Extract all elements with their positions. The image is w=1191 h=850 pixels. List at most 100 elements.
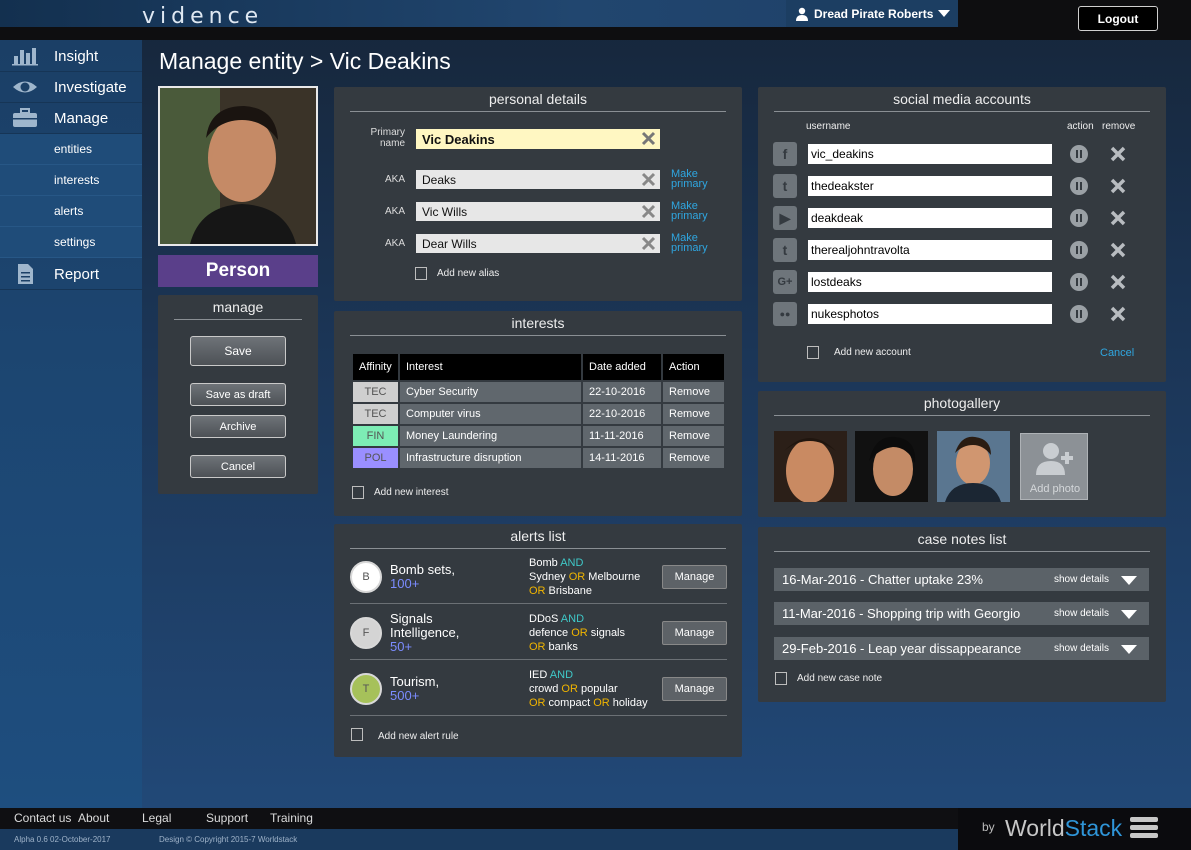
archive-button[interactable]: Archive — [190, 415, 286, 438]
nav-sub-alerts[interactable]: alerts — [0, 196, 142, 227]
nav-report[interactable]: Report — [0, 259, 142, 290]
footer-link-support[interactable]: Support — [206, 811, 248, 825]
alias-field[interactable]: Vic Wills — [416, 202, 660, 221]
pause-icon[interactable] — [1070, 209, 1088, 227]
footer-link-about[interactable]: About — [78, 811, 109, 825]
cancel-account-link[interactable]: Cancel — [1100, 347, 1134, 359]
nav-sub-interests-label: interests — [54, 173, 100, 187]
rule-line: Bomb AND — [529, 556, 640, 570]
rule-term: Brisbane — [545, 585, 592, 597]
user-menu[interactable]: Dread Pirate Roberts — [786, 0, 958, 27]
nav-sub-settings[interactable]: settings — [0, 227, 142, 258]
alert-rule: DDoS AND defence OR signals OR banks — [529, 612, 625, 654]
add-alert-checkbox[interactable] — [351, 728, 363, 741]
add-photo-button[interactable]: Add photo — [1020, 433, 1088, 500]
primary-name-field[interactable]: Vic Deakins — [416, 129, 660, 149]
rule-term: DDoS — [529, 613, 561, 625]
remove-icon[interactable] — [1109, 145, 1127, 163]
add-account-checkbox[interactable] — [807, 346, 819, 359]
rule-term: compact — [545, 697, 594, 709]
footer-link-legal[interactable]: Legal — [142, 811, 171, 825]
remove-link[interactable]: Remove — [663, 448, 724, 468]
affinity-tag: TEC — [353, 382, 398, 402]
interest-cell: Computer virus — [400, 404, 581, 424]
nav-insight[interactable]: Insight — [0, 41, 142, 72]
alias-field[interactable]: Dear Wills — [416, 234, 660, 253]
remove-icon[interactable] — [1109, 273, 1127, 291]
clear-icon[interactable] — [641, 236, 656, 251]
gallery-photo-image — [855, 431, 928, 502]
case-note-row[interactable]: 11-Mar-2016 - Shopping trip with Georgio… — [774, 602, 1149, 625]
case-note-row[interactable]: 29-Feb-2016 - Leap year dissappearance s… — [774, 637, 1149, 660]
brand-world: World — [1005, 815, 1065, 841]
username-field[interactable]: thedeakster — [808, 176, 1052, 196]
clear-icon[interactable] — [641, 131, 656, 146]
add-interest-checkbox[interactable] — [352, 486, 364, 499]
rule-term: signals — [587, 627, 625, 639]
footer-link-contact[interactable]: Contact us — [14, 811, 71, 825]
username-field[interactable]: therealjohntravolta — [808, 240, 1052, 260]
rule-operator: AND — [549, 669, 574, 681]
add-case-note-checkbox[interactable] — [775, 672, 787, 685]
pause-icon[interactable] — [1070, 305, 1088, 323]
username-field[interactable]: vic_deakins — [808, 144, 1052, 164]
remove-link[interactable]: Remove — [663, 426, 724, 446]
manage-alert-button[interactable]: Manage — [662, 677, 727, 701]
by-label: by — [982, 820, 995, 834]
pause-icon[interactable] — [1070, 145, 1088, 163]
alert-name-text: Bomb sets, — [390, 562, 456, 577]
make-primary-link[interactable]: Make primary — [671, 233, 719, 254]
alert-avatar: F — [350, 617, 382, 649]
chevron-down-icon[interactable] — [1121, 610, 1137, 619]
pause-icon[interactable] — [1070, 273, 1088, 291]
nav-sub-entities-label: entities — [54, 142, 93, 156]
nav-investigate[interactable]: Investigate — [0, 72, 142, 103]
chevron-down-icon[interactable] — [1121, 576, 1137, 585]
remove-link[interactable]: Remove — [663, 382, 724, 402]
add-alias-checkbox[interactable] — [415, 267, 427, 280]
social-account-row: G+ lostdeaks — [773, 269, 1133, 295]
manage-alert-button[interactable]: Manage — [662, 565, 727, 589]
logout-button[interactable]: Logout — [1078, 6, 1158, 31]
remove-icon[interactable] — [1109, 241, 1127, 259]
save-button[interactable]: Save — [190, 336, 286, 366]
pause-icon[interactable] — [1070, 177, 1088, 195]
alert-name-text: Tourism, — [390, 674, 440, 689]
gallery-photo[interactable] — [855, 431, 928, 502]
username-field[interactable]: lostdeaks — [808, 272, 1052, 292]
show-details-link[interactable]: show details — [1054, 643, 1109, 654]
portrait-image — [160, 88, 316, 244]
remove-icon[interactable] — [1109, 177, 1127, 195]
clear-icon[interactable] — [641, 172, 656, 187]
gallery-photo[interactable] — [774, 431, 847, 502]
username-field[interactable]: deakdeak — [808, 208, 1052, 228]
youtube-icon: ▶ — [773, 206, 797, 230]
nav-manage[interactable]: Manage — [0, 103, 142, 134]
remove-icon[interactable] — [1109, 305, 1127, 323]
make-primary-link[interactable]: Make primary — [671, 201, 719, 222]
rule-term: Bomb — [529, 557, 561, 569]
clear-icon[interactable] — [641, 204, 656, 219]
gallery-photo-image — [937, 431, 1010, 502]
pause-icon[interactable] — [1070, 241, 1088, 259]
alias-field[interactable]: Deaks — [416, 170, 660, 189]
case-note-row[interactable]: 16-Mar-2016 - Chatter uptake 23% show de… — [774, 568, 1149, 591]
nav-sub-interests[interactable]: interests — [0, 165, 142, 196]
manage-alert-button[interactable]: Manage — [662, 621, 727, 645]
footer-link-training[interactable]: Training — [270, 811, 313, 825]
remove-icon[interactable] — [1109, 209, 1127, 227]
aka-label: AKA — [384, 206, 405, 217]
nav-sub-entities[interactable]: entities — [0, 134, 142, 165]
cancel-button[interactable]: Cancel — [190, 455, 286, 478]
chevron-down-icon[interactable] — [1121, 645, 1137, 654]
username-field[interactable]: nukesphotos — [808, 304, 1052, 324]
save-as-draft-button[interactable]: Save as draft — [190, 383, 286, 406]
show-details-link[interactable]: show details — [1054, 608, 1109, 619]
rule-term: IED — [529, 669, 550, 681]
alias-value: Vic Wills — [422, 204, 468, 219]
case-notes-title: case notes list — [774, 531, 1150, 552]
remove-link[interactable]: Remove — [663, 404, 724, 424]
make-primary-link[interactable]: Make primary — [671, 169, 719, 190]
gallery-photo[interactable] — [937, 431, 1010, 502]
show-details-link[interactable]: show details — [1054, 574, 1109, 585]
